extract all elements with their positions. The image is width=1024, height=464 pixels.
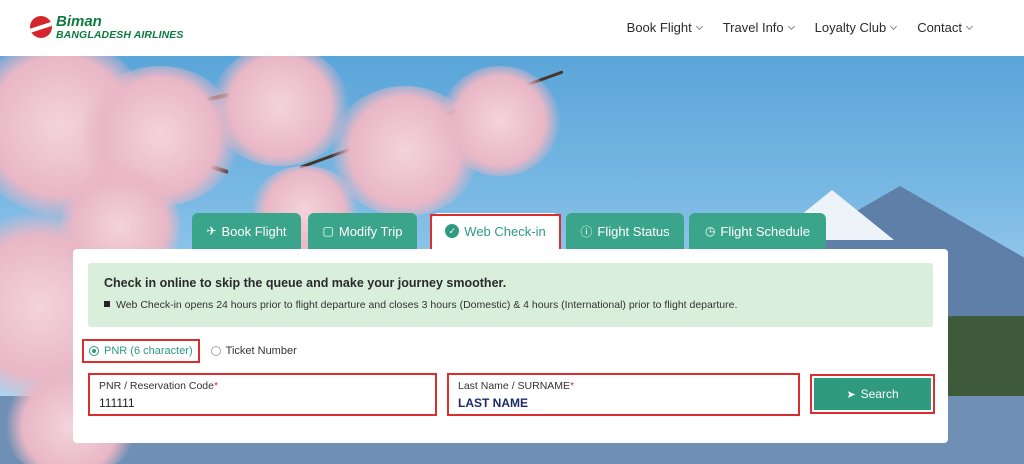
check-circle-icon: ✓: [445, 224, 460, 238]
bullet-icon: [104, 301, 110, 307]
brand-subtitle: BANGLADESH AIRLINES: [56, 29, 184, 41]
blossom-graphic: [210, 56, 350, 166]
tab-label: Flight Schedule: [720, 223, 811, 239]
info-panel: Check in online to skip the queue and ma…: [88, 263, 933, 327]
clock-icon: ◷: [704, 224, 716, 238]
chevron-down-icon: [787, 22, 795, 30]
blossom-graphic: [440, 66, 560, 176]
plane-icon: ✈: [206, 224, 217, 238]
main-nav: Book Flight Travel Info Loyalty Club Con…: [606, 20, 974, 35]
tab-book-flight[interactable]: ✈ Book Flight: [192, 213, 301, 249]
tab-modify-trip[interactable]: ▢ Modify Trip: [308, 213, 417, 249]
tab-label: Flight Status: [597, 223, 670, 239]
tab-label: Web Check-in: [464, 223, 546, 239]
surname-field[interactable]: Last Name / SURNAME*: [447, 373, 800, 416]
info-title: Check in online to skip the queue and ma…: [104, 276, 507, 290]
site-header: Biman BANGLADESH AIRLINES Book Flight Tr…: [0, 0, 1024, 56]
nav-label: Travel Info: [722, 20, 784, 35]
pnr-input[interactable]: [99, 396, 399, 410]
tab-flight-schedule[interactable]: ◷ Flight Schedule: [689, 213, 826, 249]
radio-label: PNR (6 character): [104, 345, 193, 357]
tab-web-check-in[interactable]: ✓ Web Check-in: [432, 213, 559, 249]
search-button-highlight: ➤ Search: [810, 374, 935, 414]
brand-name: Biman: [56, 13, 102, 30]
nav-loyalty-club[interactable]: Loyalty Club: [814, 20, 898, 35]
nav-book-flight[interactable]: Book Flight: [626, 20, 703, 35]
field-label-text: Last Name / SURNAME: [458, 380, 571, 392]
web-check-in-form: Check in online to skip the queue and ma…: [73, 249, 948, 443]
required-marker: *: [570, 380, 575, 392]
surname-field-label: Last Name / SURNAME*: [458, 380, 574, 392]
nav-label: Loyalty Club: [814, 20, 887, 35]
radio-label: Ticket Number: [225, 345, 297, 357]
info-note: Web Check-in opens 24 hours prior to fli…: [104, 299, 737, 311]
lookup-type-options: PNR (6 character) Ticket Number: [82, 339, 297, 363]
pnr-field[interactable]: PNR / Reservation Code*: [88, 373, 437, 416]
surname-input[interactable]: [458, 396, 758, 410]
info-icon: ⓘ: [580, 224, 593, 239]
chevron-down-icon: [890, 22, 898, 30]
clipboard-icon: ▢: [322, 224, 334, 238]
tab-flight-status[interactable]: ⓘ Flight Status: [566, 213, 684, 249]
radio-unchecked-icon: [210, 346, 221, 356]
required-marker: *: [213, 380, 219, 392]
chevron-down-icon: [965, 22, 974, 30]
send-plane-icon: ➤: [846, 388, 856, 401]
nav-label: Contact: [917, 20, 962, 35]
info-note-text: Web Check-in opens 24 hours prior to fli…: [116, 299, 738, 311]
brand-logo[interactable]: Biman BANGLADESH AIRLINES: [30, 14, 184, 41]
chevron-down-icon: [695, 22, 703, 30]
pnr-radio[interactable]: PNR (6 character): [82, 339, 200, 363]
search-label: Search: [860, 387, 899, 401]
pnr-field-label: PNR / Reservation Code*: [99, 380, 218, 392]
nav-travel-info[interactable]: Travel Info: [722, 20, 795, 35]
search-button[interactable]: ➤ Search: [814, 378, 931, 410]
radio-checked-icon: [89, 346, 99, 356]
ticket-number-radio[interactable]: Ticket Number: [210, 345, 297, 357]
tab-label: Book Flight: [221, 223, 287, 239]
field-label-text: PNR / Reservation Code: [99, 380, 214, 392]
nav-label: Book Flight: [626, 20, 692, 35]
tab-label: Modify Trip: [338, 223, 403, 239]
airline-logo-icon: [30, 16, 52, 39]
nav-contact[interactable]: Contact: [917, 20, 974, 35]
